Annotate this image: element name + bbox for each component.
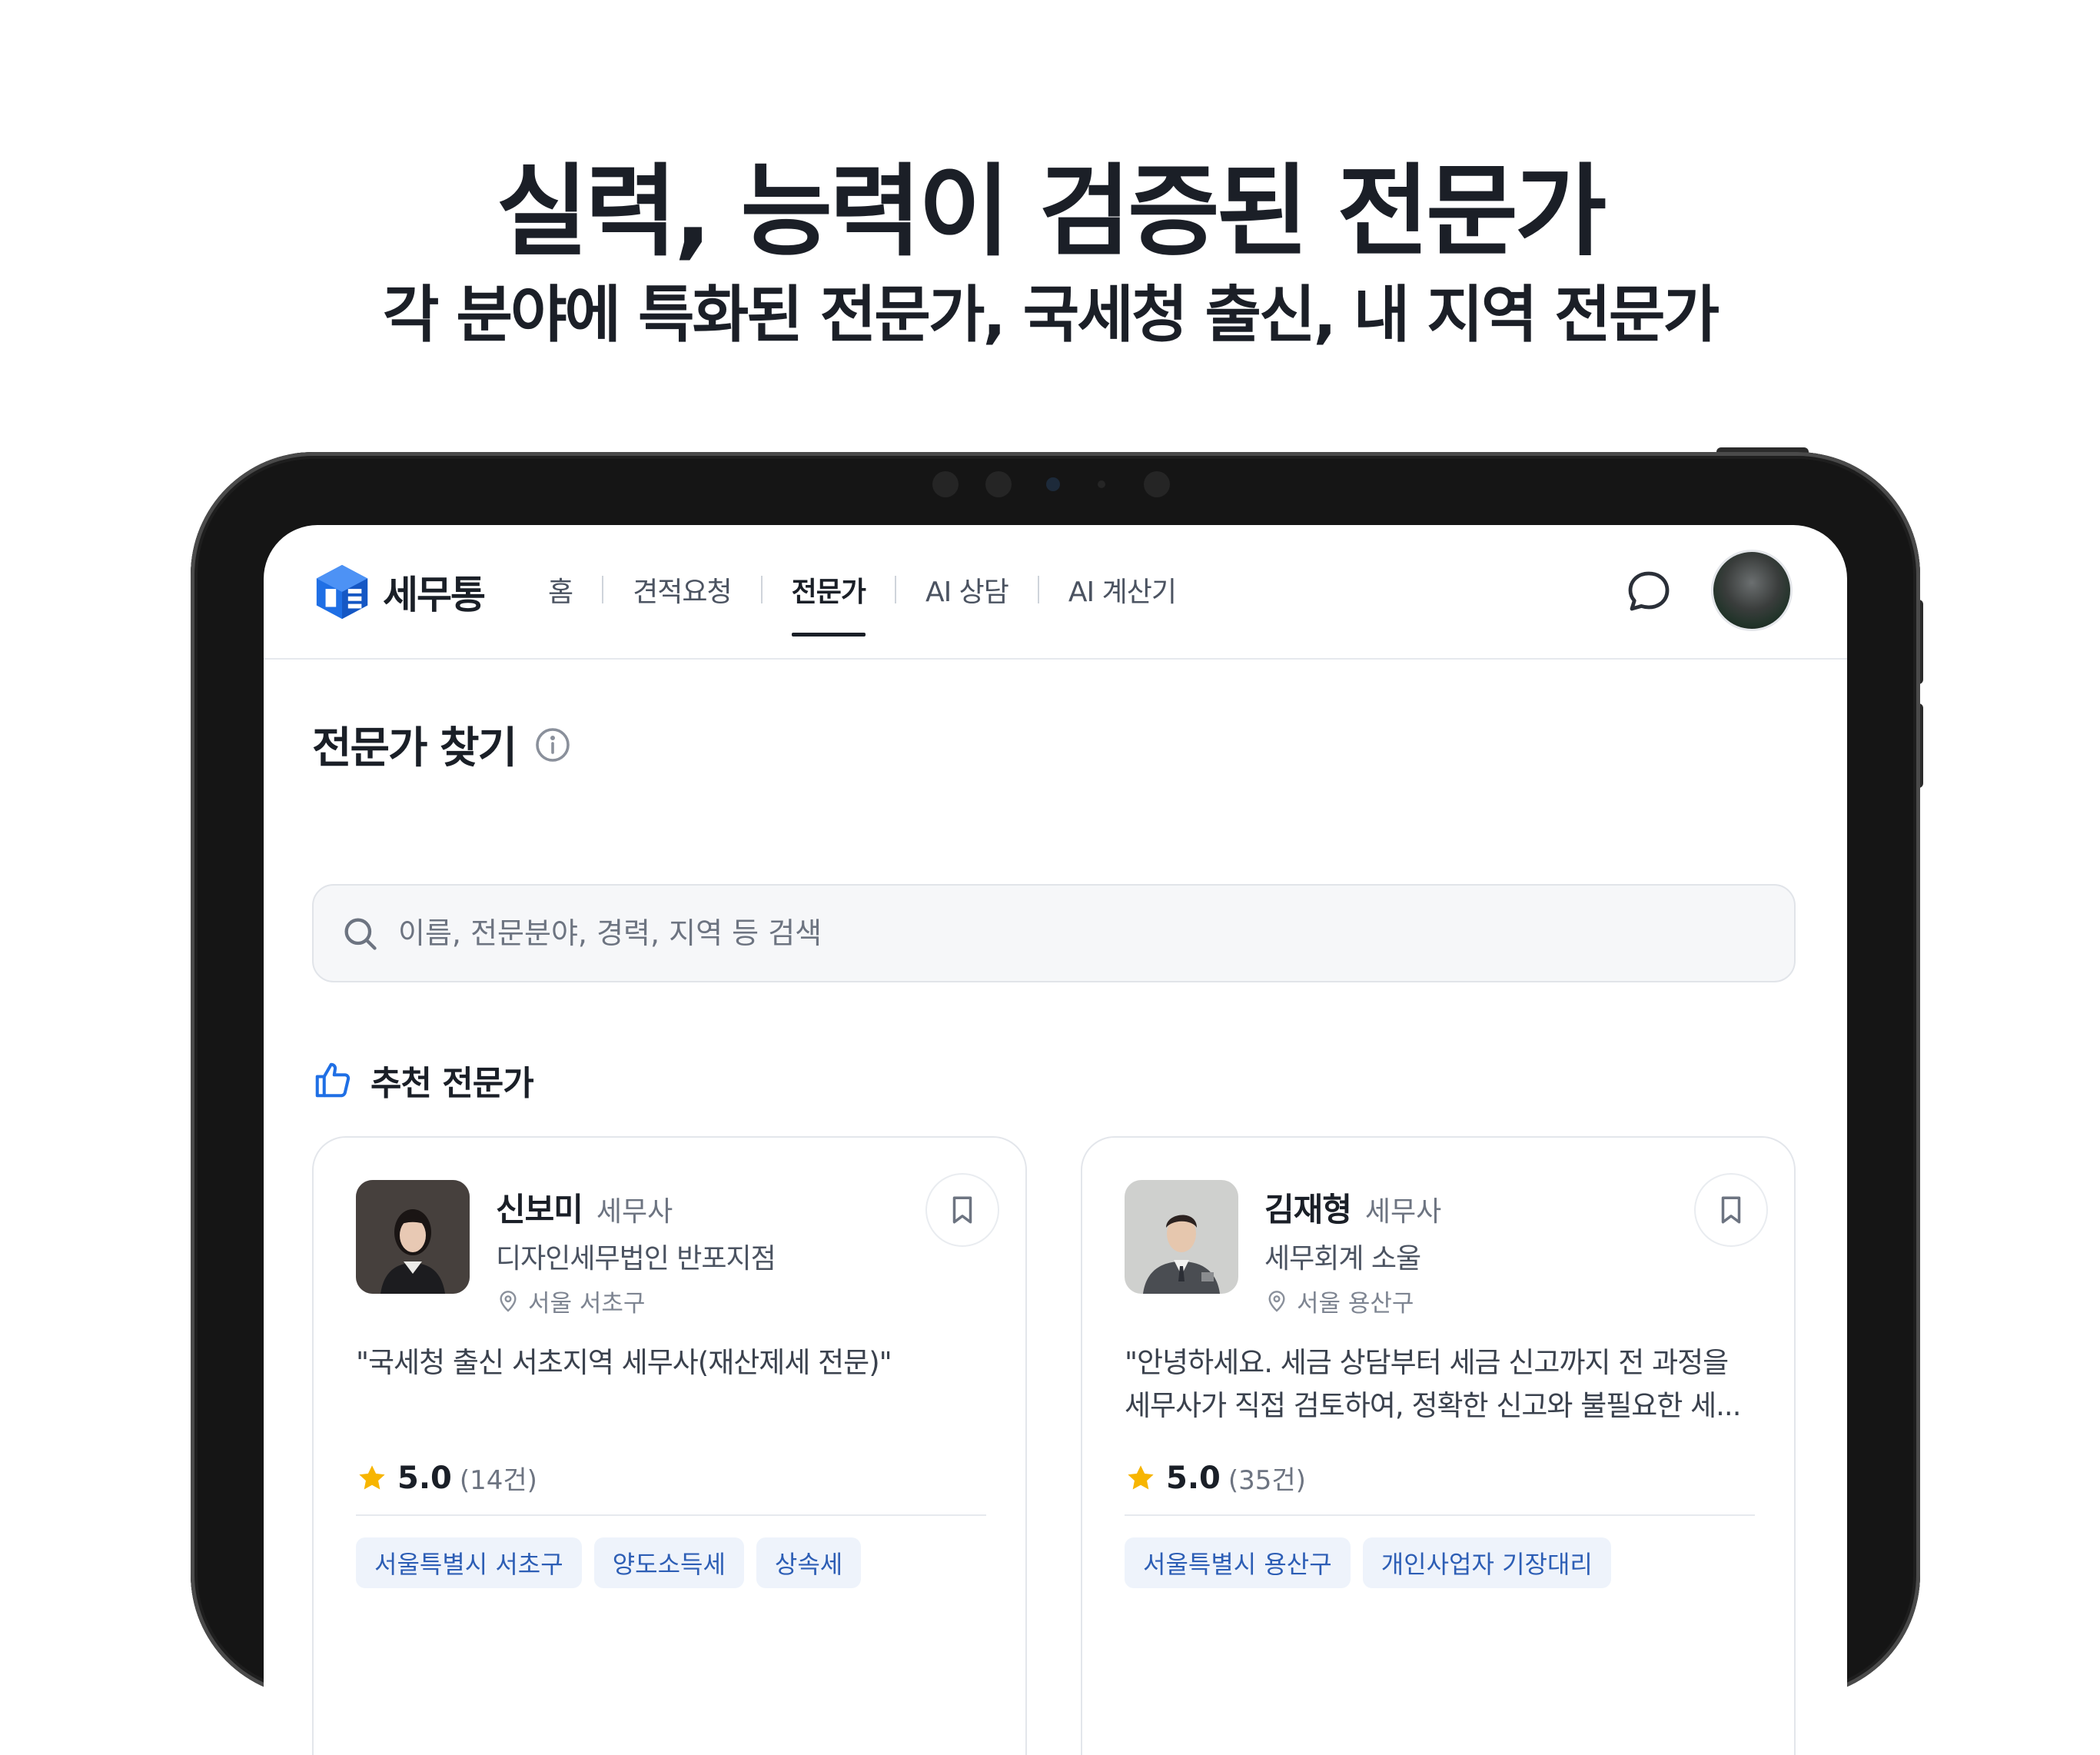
- expert-portrait: [1125, 1180, 1238, 1294]
- rating-score: 5.0: [1166, 1460, 1221, 1496]
- brand-cube-icon: [316, 564, 368, 620]
- expert-quote: "국세청 출신 서초지역 세무사(재산제세 전문)": [356, 1346, 892, 1379]
- app-header: 세무통 홈 견적요청 전문가 AI 상담 AI 계산기: [264, 525, 1847, 660]
- expert-rating: 5.0 (35건): [1125, 1459, 1306, 1497]
- section-title-text: 추천 전문가: [370, 1064, 534, 1103]
- expert-firm: 세무회계 소울: [1264, 1243, 1421, 1275]
- thumbs-up-icon: [315, 1062, 351, 1098]
- star-icon: [1128, 1464, 1154, 1490]
- promo-headline: 실력, 능력이 검증된 전문가: [496, 153, 1607, 270]
- expert-location-text: 서울 서초구: [528, 1290, 646, 1318]
- brand-logo[interactable]: 세무통: [312, 562, 486, 622]
- user-avatar[interactable]: [1713, 552, 1790, 629]
- expert-tag[interactable]: 서울특별시 용산구: [1125, 1537, 1351, 1588]
- nav-home[interactable]: 홈: [548, 570, 573, 610]
- camera-sensor: [1144, 471, 1170, 497]
- expert-card[interactable]: 신보미 세무사 디자인세무법인 반포지점 서울 서초구 "국세청 출신 서초지역…: [312, 1136, 1027, 1755]
- search-bar: [312, 884, 1796, 982]
- bookmark-icon: [952, 1196, 972, 1224]
- main-nav: 홈 견적요청 전문가 AI 상담 AI 계산기: [548, 570, 1177, 637]
- nav-ai-consult[interactable]: AI 상담: [925, 570, 1009, 610]
- brand-name: 세무통: [383, 573, 486, 617]
- expert-name-row: 신보미 세무사: [496, 1184, 673, 1231]
- location-pin-icon: [500, 1290, 517, 1312]
- expert-name[interactable]: 김재형: [1264, 1184, 1352, 1231]
- promo-subline: 각 분야에 특화된 전문가, 국세청 출신, 내 지역 전문가: [382, 279, 1720, 351]
- nav-experts[interactable]: 전문가: [791, 570, 866, 637]
- expert-name-row: 김재형 세무사: [1264, 1184, 1441, 1231]
- expert-tags: 서울특별시 용산구 개인사업자 기장대리: [1125, 1537, 1623, 1588]
- nav-divider: [894, 576, 896, 603]
- nav-quote-request[interactable]: 견적요청: [633, 570, 732, 610]
- expert-role: 세무사: [1364, 1196, 1442, 1228]
- expert-location: 서울 용산구: [1264, 1284, 1414, 1318]
- nav-divider: [602, 576, 604, 603]
- expert-firm: 디자인세무법인 반포지점: [496, 1243, 776, 1275]
- camera-sensor: [932, 471, 959, 497]
- bookmark-button[interactable]: [1694, 1173, 1768, 1247]
- expert-tag[interactable]: 양도소득세: [593, 1537, 744, 1588]
- expert-tag[interactable]: 개인사업자 기장대리: [1362, 1537, 1611, 1588]
- expert-photo: [1125, 1180, 1238, 1294]
- expert-tags: 서울특별시 서초구 양도소득세 상속세: [356, 1537, 873, 1588]
- bookmark-icon: [1721, 1196, 1741, 1224]
- expert-photo: [356, 1180, 470, 1294]
- tablet-frame: 세무통 홈 견적요청 전문가 AI 상담 AI 계산기 전문가 찾기 이름, 전…: [191, 452, 1920, 1755]
- expert-role: 세무사: [596, 1196, 673, 1228]
- expert-rating: 5.0 (14건): [356, 1459, 537, 1497]
- location-pin-icon: [1268, 1290, 1285, 1312]
- nav-ai-calculator[interactable]: AI 계산기: [1068, 570, 1177, 610]
- bookmark-button[interactable]: [925, 1173, 999, 1247]
- card-divider: [356, 1514, 986, 1516]
- search-input[interactable]: [397, 916, 1706, 951]
- expert-card[interactable]: 김재형 세무사 세무회계 소울 서울 용산구 "안녕하세요. 세금 상담부터 세…: [1081, 1136, 1796, 1755]
- expert-name[interactable]: 신보미: [496, 1184, 583, 1231]
- expert-location: 서울 서초구: [496, 1284, 645, 1318]
- review-count: (14건): [459, 1465, 537, 1496]
- rating-score: 5.0: [397, 1460, 452, 1496]
- expert-quote: "안녕하세요. 세금 상담부터 세금 신고까지 전 과정을 세무사가 직접 검토…: [1125, 1346, 1741, 1422]
- camera-sensor: [1098, 480, 1105, 488]
- expert-tag[interactable]: 상속세: [756, 1537, 862, 1588]
- nav-divider: [760, 576, 763, 603]
- app-screen: 세무통 홈 견적요청 전문가 AI 상담 AI 계산기 전문가 찾기 이름, 전…: [264, 525, 1847, 1755]
- nav-divider: [1037, 576, 1039, 603]
- page-title: 전문가 찾기: [312, 713, 571, 776]
- review-count: (35건): [1228, 1465, 1306, 1496]
- recommended-section-title: 추천 전문가: [312, 1055, 534, 1105]
- camera-lens: [1046, 477, 1060, 491]
- search-icon: [344, 918, 377, 950]
- card-divider: [1125, 1514, 1755, 1516]
- expert-portrait: [356, 1180, 470, 1294]
- expert-tag[interactable]: 서울특별시 서초구: [356, 1537, 582, 1588]
- expert-location-text: 서울 용산구: [1297, 1290, 1414, 1318]
- chat-bubble-icon[interactable]: [1624, 567, 1673, 617]
- info-icon[interactable]: [534, 726, 571, 763]
- star-icon: [359, 1464, 385, 1490]
- camera-sensor: [985, 471, 1012, 497]
- page-title-text: 전문가 찾기: [312, 723, 517, 773]
